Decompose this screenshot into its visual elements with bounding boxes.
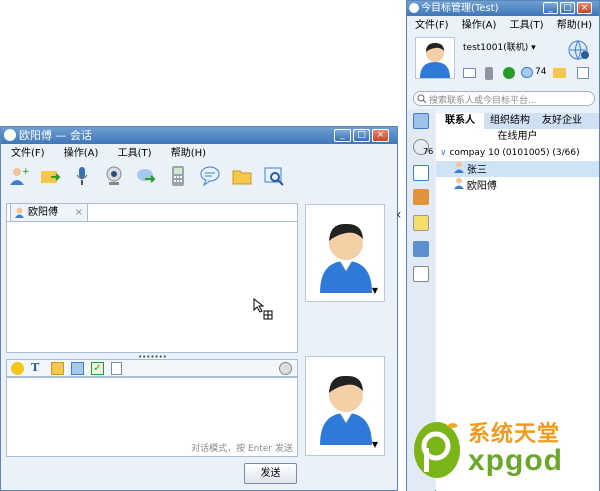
minimize-button[interactable]: _ xyxy=(334,129,351,142)
group-label: compay 10 (0101005) (3/66) xyxy=(449,148,580,158)
add-contact-icon[interactable]: + xyxy=(7,165,30,187)
side-badge: 76 xyxy=(423,147,434,156)
tab-org[interactable]: 组织结构 xyxy=(484,113,536,129)
menu-file[interactable]: 文件(F) xyxy=(415,20,449,31)
minimize-button[interactable]: _ xyxy=(543,2,558,14)
tasks-nav-icon[interactable] xyxy=(413,215,429,231)
group-row[interactable]: ∨ compay 10 (0101005) (3/66) xyxy=(436,145,599,161)
menu-file[interactable]: 文件(F) xyxy=(11,148,45,159)
tab-contacts[interactable]: 联系人 xyxy=(436,113,484,129)
user-icon xyxy=(454,161,464,173)
phone-icon[interactable] xyxy=(167,165,189,187)
user-icon xyxy=(15,207,24,218)
contact-avatar[interactable]: ▼ xyxy=(305,204,385,302)
user-icon xyxy=(454,177,464,189)
globe-icon[interactable] xyxy=(567,39,591,61)
folder-icon[interactable] xyxy=(231,165,253,187)
clipboard-icon[interactable] xyxy=(111,362,122,375)
tab-partners[interactable]: 友好企业 xyxy=(536,113,588,129)
app-logo-icon xyxy=(409,3,419,13)
menu-tools[interactable]: 工具(T) xyxy=(118,148,152,159)
chat-window: 欧阳傅 — 会话 _ □ × 文件(F) 操作(A) 工具(T) 帮助(H) + xyxy=(0,126,398,491)
contact-search-box[interactable]: 搜索联系人或今目标平台... xyxy=(413,91,595,106)
maximize-button[interactable]: □ xyxy=(353,129,370,142)
close-button[interactable]: × xyxy=(577,2,592,14)
contacts-icon[interactable] xyxy=(503,67,515,79)
chat-toolbar: + xyxy=(5,165,285,191)
calendar-nav-icon[interactable] xyxy=(413,165,429,181)
message-count: 74 xyxy=(535,67,547,77)
menu-help[interactable]: 帮助(H) xyxy=(557,20,592,31)
image-icon[interactable] xyxy=(51,362,64,375)
message-icon[interactable] xyxy=(521,67,533,78)
mobile-icon[interactable] xyxy=(485,67,493,80)
send-button[interactable]: 发送 xyxy=(244,463,297,484)
chat-menubar: 文件(F) 操作(A) 工具(T) 帮助(H) xyxy=(11,146,222,162)
app-logo-icon xyxy=(4,129,16,141)
tab-label: 欧阳傅 xyxy=(28,207,58,218)
checkbox-icon[interactable]: ✓ xyxy=(91,362,104,375)
close-button[interactable]: × xyxy=(372,129,389,142)
tab-close-icon[interactable]: × xyxy=(75,204,83,221)
menu-action[interactable]: 操作(A) xyxy=(64,148,99,159)
screenshot-icon[interactable] xyxy=(71,362,84,375)
folder-icon[interactable] xyxy=(553,68,566,78)
cursor-icon xyxy=(253,298,273,320)
notes-nav-icon[interactable] xyxy=(413,189,429,205)
self-avatar[interactable]: ▼ xyxy=(305,356,385,456)
message-history-pane[interactable]: 欧阳傅 × xyxy=(6,203,298,353)
speech-bubble-icon[interactable] xyxy=(199,165,221,187)
avatar-dropdown-icon[interactable]: ▼ xyxy=(372,440,378,449)
search-window-icon[interactable] xyxy=(263,165,285,187)
online-header: 在线用户 xyxy=(497,131,538,142)
person-avatar-icon xyxy=(420,43,450,78)
expand-icon[interactable] xyxy=(577,67,589,79)
contact-name: 欧阳傅 xyxy=(466,181,497,192)
menu-help[interactable]: 帮助(H) xyxy=(171,148,206,159)
menu-tools[interactable]: 工具(T) xyxy=(510,20,544,31)
contact-row[interactable]: 欧阳傅 xyxy=(436,177,599,193)
tab-conversation[interactable]: 欧阳傅 × xyxy=(10,203,88,221)
history-clock-icon[interactable] xyxy=(279,362,292,375)
avatar-dropdown-icon[interactable]: ▼ xyxy=(372,286,378,295)
transfer-icon[interactable] xyxy=(135,165,157,187)
person-avatar-icon xyxy=(320,223,372,293)
webcam-icon[interactable] xyxy=(103,165,125,187)
profile-toolbar: 74 xyxy=(463,67,593,81)
svg-text:+: + xyxy=(22,167,29,177)
input-hint: 对话模式，按 Enter 发送 xyxy=(191,444,293,454)
search-icon xyxy=(417,94,427,104)
chat-title: 欧阳傅 — 会话 xyxy=(19,129,92,142)
user-status[interactable]: test1001(联机) ▾ xyxy=(463,40,536,53)
documents-nav-icon[interactable] xyxy=(413,241,429,257)
site-watermark: 系统天堂 xpgod xyxy=(412,412,598,490)
edit-nav-icon[interactable] xyxy=(413,266,429,282)
search-placeholder: 搜索联系人或今目标平台... xyxy=(429,96,537,106)
my-avatar[interactable] xyxy=(415,37,455,79)
contact-name: 张三 xyxy=(466,165,487,176)
microphone-icon[interactable] xyxy=(71,165,93,187)
main-menubar: 文件(F) 操作(A) 工具(T) 帮助(H) xyxy=(415,18,592,34)
mail-icon[interactable] xyxy=(463,68,476,78)
contact-tabs: 联系人 组织结构 友好企业 xyxy=(436,113,599,129)
font-icon[interactable]: T xyxy=(31,361,39,374)
main-title: 今目标管理(Test) xyxy=(421,3,499,14)
chat-titlebar[interactable]: 欧阳傅 — 会话 _ □ × xyxy=(1,127,397,144)
send-file-icon[interactable] xyxy=(39,165,61,187)
menu-action[interactable]: 操作(A) xyxy=(462,20,497,31)
person-avatar-icon xyxy=(320,375,372,445)
contacts-nav-icon[interactable] xyxy=(413,113,429,129)
maximize-button[interactable]: □ xyxy=(560,2,575,14)
format-toolbar: T ✓ xyxy=(6,359,298,377)
tab-divider xyxy=(7,221,297,222)
main-titlebar[interactable]: 今目标管理(Test) _ □ × xyxy=(407,1,599,16)
collapse-panel-button[interactable]: ‹ xyxy=(396,205,404,227)
emoticon-icon[interactable] xyxy=(11,362,24,375)
message-input[interactable]: 对话模式，按 Enter 发送 xyxy=(6,377,298,457)
watermark-logo-icon xyxy=(414,422,460,478)
watermark-text-en: xpgod xyxy=(468,444,563,477)
contact-row[interactable]: 张三 xyxy=(436,161,599,177)
